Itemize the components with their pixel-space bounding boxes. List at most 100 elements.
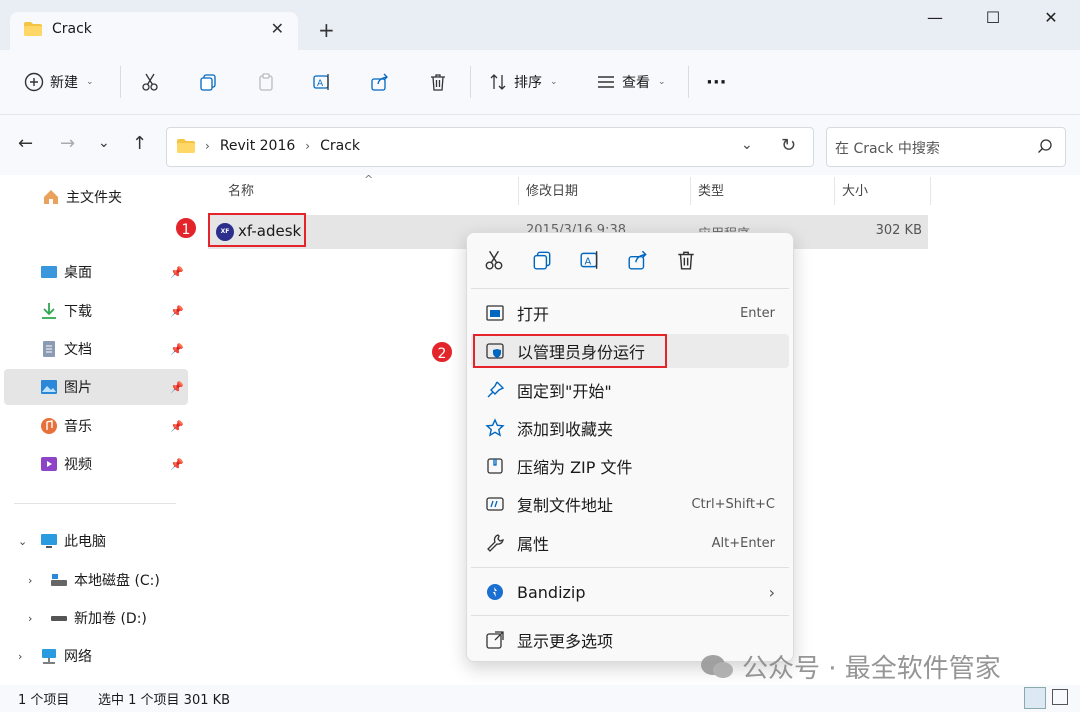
pin-icon[interactable]: 📌 bbox=[170, 266, 184, 279]
menu-item-label: Bandizip bbox=[517, 582, 586, 602]
chevron-right-icon[interactable]: › bbox=[18, 650, 22, 663]
highlight-box-2 bbox=[473, 334, 667, 368]
drive-icon bbox=[51, 574, 67, 586]
minimize-button[interactable]: — bbox=[912, 5, 958, 31]
forward-arrow-icon[interactable]: → bbox=[60, 133, 75, 154]
view-button[interactable]: 查看 ⌄ bbox=[596, 68, 666, 96]
sidebar-item-music[interactable]: 音乐 📌 bbox=[4, 408, 188, 444]
tiles-view-icon[interactable] bbox=[1052, 689, 1068, 705]
details-view-icon[interactable] bbox=[1024, 687, 1046, 709]
rename-icon[interactable]: A bbox=[579, 249, 601, 271]
sidebar-item-desktop[interactable]: 桌面 📌 bbox=[4, 254, 188, 290]
pin-icon[interactable]: 📌 bbox=[170, 305, 184, 318]
sidebar-item-downloads[interactable]: 下载 📌 bbox=[4, 293, 188, 329]
selection-info: 选中 1 个项目 301 KB bbox=[98, 693, 231, 708]
column-header-type[interactable]: 类型 bbox=[688, 175, 724, 207]
menu-item-bandizip[interactable]: Bandizip › bbox=[471, 575, 789, 609]
share-button[interactable] bbox=[370, 68, 390, 96]
tab-close-icon[interactable]: ✕ bbox=[271, 19, 284, 38]
more-options-button[interactable]: ··· bbox=[706, 68, 727, 96]
svg-text:A: A bbox=[585, 256, 592, 267]
sidebar-item-pictures[interactable]: 图片 📌 bbox=[4, 369, 188, 405]
sidebar-item-label: 本地磁盘 (C:) bbox=[74, 573, 160, 589]
copy-button[interactable] bbox=[198, 68, 218, 96]
pin-icon[interactable]: 📌 bbox=[170, 458, 184, 471]
menu-item-label: 属性 bbox=[517, 535, 550, 554]
download-icon bbox=[42, 303, 56, 319]
scissors-icon[interactable] bbox=[483, 249, 505, 271]
sidebar-item-home[interactable]: 主文件夹 bbox=[4, 179, 188, 215]
sidebar-item-network[interactable]: › 网络 bbox=[4, 638, 188, 674]
menu-item-shortcut: Alt+Enter bbox=[711, 535, 775, 551]
chevron-right-icon: › bbox=[205, 139, 210, 153]
rename-icon: A bbox=[313, 74, 329, 90]
recent-locations-chevron-icon[interactable]: ⌄ bbox=[98, 135, 110, 151]
menu-item-shortcut: Ctrl+Shift+C bbox=[691, 496, 775, 512]
menu-item-copy-path[interactable]: 复制文件地址 Ctrl+Shift+C bbox=[471, 487, 789, 521]
music-icon bbox=[41, 418, 57, 434]
menu-item-label: 显示更多选项 bbox=[517, 632, 614, 651]
menu-item-compress-zip[interactable]: 压缩为 ZIP 文件 bbox=[471, 449, 789, 483]
column-header-date[interactable]: 修改日期 bbox=[516, 175, 578, 207]
address-row: ← → ⌄ ↑ › Revit 2016 › Crack ⌄ ↻ 在 Crack… bbox=[0, 115, 1080, 175]
watermark-text: 公众号 · 最全软件管家 bbox=[742, 654, 1001, 684]
breadcrumb-revit[interactable]: Revit 2016 bbox=[220, 138, 295, 154]
chevron-right-icon[interactable]: › bbox=[28, 574, 32, 587]
refresh-icon[interactable]: ↻ bbox=[781, 135, 796, 156]
path-icon bbox=[486, 497, 504, 511]
back-arrow-icon[interactable]: ← bbox=[18, 133, 33, 154]
menu-item-add-favorite[interactable]: 添加到收藏夹 bbox=[471, 411, 789, 445]
pin-icon[interactable]: 📌 bbox=[170, 381, 184, 394]
sort-button[interactable]: 排序 ⌄ bbox=[488, 68, 558, 96]
sidebar-item-documents[interactable]: 文档 📌 bbox=[4, 331, 188, 367]
chevron-down-icon[interactable]: ⌄ bbox=[18, 535, 27, 548]
command-bar: 新建 ⌄ A 排序 ⌄ 查看 ⌄ ··· bbox=[0, 50, 1080, 115]
sidebar-item-drive-c[interactable]: › 本地磁盘 (C:) bbox=[4, 562, 188, 598]
item-count: 1 个项目 bbox=[18, 693, 70, 708]
bandizip-icon bbox=[487, 584, 503, 600]
folder-icon bbox=[177, 139, 195, 153]
close-window-button[interactable]: ✕ bbox=[1028, 5, 1074, 31]
pin-icon[interactable]: 📌 bbox=[170, 420, 184, 433]
home-icon bbox=[44, 190, 58, 204]
new-label: 新建 bbox=[50, 75, 78, 91]
pin-icon[interactable]: 📌 bbox=[170, 343, 184, 356]
trash-icon[interactable] bbox=[675, 249, 697, 271]
sidebar-item-drive-d[interactable]: › 新加卷 (D:) bbox=[4, 600, 188, 636]
search-box[interactable]: 在 Crack 中搜索 bbox=[826, 127, 1066, 167]
new-button[interactable]: 新建 ⌄ bbox=[24, 68, 94, 96]
chevron-right-icon[interactable]: › bbox=[28, 612, 32, 625]
network-icon bbox=[42, 649, 56, 664]
up-arrow-icon[interactable]: ↑ bbox=[132, 133, 147, 154]
address-bar[interactable]: › Revit 2016 › Crack ⌄ ↻ bbox=[166, 127, 814, 167]
menu-item-properties[interactable]: 属性 Alt+Enter bbox=[471, 526, 789, 560]
column-header-name[interactable]: 名称 bbox=[218, 175, 254, 207]
search-placeholder: 在 Crack 中搜索 bbox=[835, 141, 940, 157]
menu-item-shortcut: Enter bbox=[740, 305, 775, 321]
tab-crack[interactable]: Crack ✕ bbox=[10, 12, 298, 50]
sidebar-item-this-pc[interactable]: ⌄ 此电脑 bbox=[4, 523, 188, 559]
sidebar-item-label: 音乐 bbox=[64, 419, 92, 435]
sidebar-item-videos[interactable]: 视频 📌 bbox=[4, 446, 188, 482]
sidebar-item-label: 视频 bbox=[64, 457, 92, 473]
copy-icon[interactable] bbox=[531, 249, 553, 271]
rename-button[interactable]: A bbox=[312, 68, 332, 96]
menu-item-pin-to-start[interactable]: 固定到"开始" bbox=[471, 373, 789, 407]
maximize-button[interactable]: ☐ bbox=[970, 5, 1016, 31]
share-icon[interactable] bbox=[627, 249, 649, 271]
address-dropdown-icon[interactable]: ⌄ bbox=[741, 137, 753, 153]
breadcrumb-crack[interactable]: Crack bbox=[320, 138, 360, 154]
column-header-size[interactable]: 大小 bbox=[832, 175, 868, 207]
cut-button[interactable] bbox=[140, 68, 160, 96]
sidebar-item-label: 主文件夹 bbox=[66, 190, 122, 206]
paste-button[interactable] bbox=[256, 68, 276, 96]
open-window-icon bbox=[486, 305, 504, 321]
picture-icon bbox=[41, 380, 57, 394]
sidebar-item-label: 新加卷 (D:) bbox=[74, 611, 147, 627]
menu-item-open[interactable]: 打开 Enter bbox=[471, 296, 789, 330]
desktop-icon bbox=[41, 266, 57, 278]
delete-button[interactable] bbox=[428, 68, 448, 96]
sidebar-item-label: 图片 bbox=[64, 380, 92, 396]
sidebar-item-label: 此电脑 bbox=[64, 534, 106, 550]
new-tab-button[interactable]: + bbox=[318, 18, 335, 42]
